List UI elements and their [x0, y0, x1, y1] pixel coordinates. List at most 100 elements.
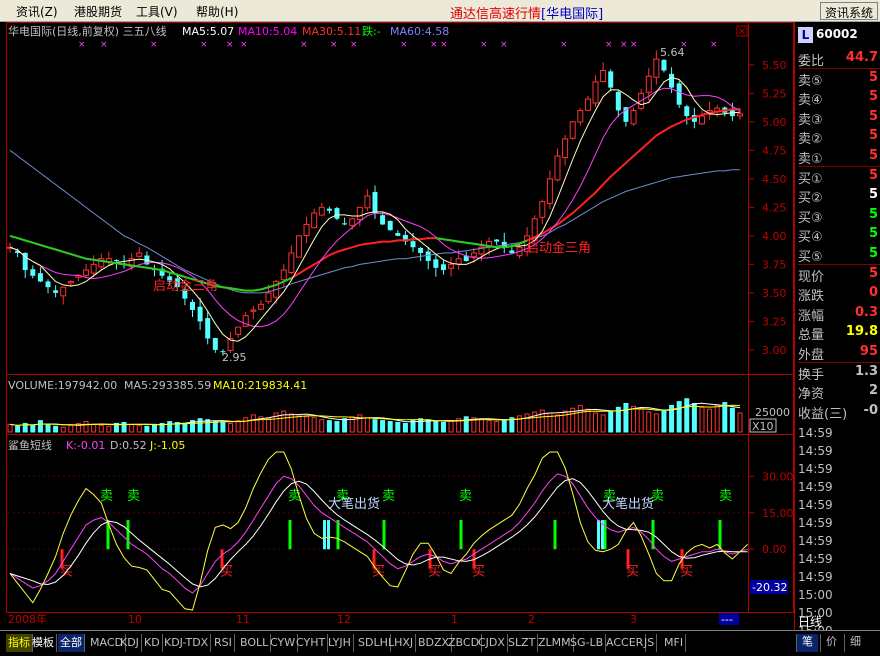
indicator-tab[interactable]: MFI: [662, 634, 687, 652]
indicator-tab[interactable]: ACCER: [604, 634, 647, 652]
market-badge: L: [798, 27, 813, 43]
volume-bar: [250, 414, 256, 433]
indicator-tab[interactable]: KD: [142, 634, 163, 652]
menu-item-hk-futures[interactable]: 港股期货: [74, 3, 122, 20]
sell-signal-bar: [459, 520, 463, 550]
x-label-12: 12: [337, 613, 351, 626]
indicator-tab[interactable]: KDJ: [118, 634, 142, 652]
candle-body-down: [676, 83, 682, 105]
indicator-tab[interactable]: CJDX: [476, 634, 508, 652]
quote-label: 换手: [798, 367, 825, 383]
volume-bar: [653, 413, 659, 433]
indicator-tab[interactable]: JS: [642, 634, 658, 652]
quote-label: 卖④: [798, 93, 823, 109]
volume-bar: [707, 408, 713, 433]
indicator-tab[interactable]: LHXJ: [386, 634, 417, 652]
menu-item-info[interactable]: 资讯(Z): [16, 3, 58, 20]
price-title: 华电国际(日线,前复权) 三五八线: [8, 24, 167, 38]
candle-body-up: [356, 206, 363, 221]
quote-view-tab[interactable]: 价: [820, 634, 842, 652]
day-line-label[interactable]: 日线: [798, 613, 822, 630]
menu-item-tools[interactable]: 工具(V): [136, 3, 178, 20]
volume-bar: [737, 412, 743, 433]
candle-body-up: [136, 252, 143, 257]
volume-bar: [448, 420, 454, 433]
marker-x: ×: [78, 40, 86, 50]
osc-tick-label: 30.00: [762, 470, 794, 483]
candle-body-up: [455, 258, 462, 265]
indicator-tab[interactable]: KDJ-TDX: [162, 634, 212, 652]
close-panel-icon[interactable]: [736, 25, 748, 37]
indicator-tab[interactable]: 指标: [6, 634, 33, 652]
golden-triangle-annot-2: 启动金三角: [526, 240, 591, 256]
volume-bar: [7, 423, 13, 433]
volume-bar: [608, 410, 614, 433]
x-axis: 2008年 10 11 12 1 2 3 ---: [8, 612, 739, 626]
price-tick-label: 4.00: [762, 230, 787, 243]
volume-bar: [729, 407, 735, 433]
quote-label: 买⑤: [798, 250, 823, 265]
indicator-tab[interactable]: SG-LB: [568, 634, 607, 652]
price-yaxis: 5.50 5.25 5.00 4.75 4.50 4.25 4.00 3.75 3.50 3.25…: [749, 59, 787, 357]
candle-body-up: [265, 292, 272, 303]
marker-x: ×: [226, 40, 234, 50]
volume-bar: [319, 419, 325, 433]
quote-value: 5: [868, 265, 878, 281]
candle-body-down: [37, 273, 43, 282]
chart-area[interactable]: 华电国际(日线,前复权) 三五八线 MA5:5.07 MA10:5.04 MA3…: [0, 22, 880, 656]
indicator-tab[interactable]: 模板: [30, 634, 57, 652]
candle-body-up: [349, 218, 356, 226]
marker-x: ×: [440, 40, 448, 50]
x-label-2: 2: [528, 613, 535, 626]
volume-unit: X10: [752, 420, 774, 433]
quote-view-tab[interactable]: 笔: [796, 634, 818, 652]
candle-body-up: [592, 81, 599, 104]
price-candles: [7, 50, 743, 356]
quote-value: 5: [868, 226, 878, 242]
big-sell-label: 大笔出货: [328, 496, 380, 512]
tick-time: 15:00: [798, 588, 833, 602]
menu-item-help[interactable]: 帮助(H): [196, 3, 238, 20]
osc-d: D:0.52: [110, 439, 147, 452]
sell-label: 卖: [459, 489, 472, 504]
low-label: 2.95: [222, 351, 247, 364]
candle-body-down: [684, 106, 690, 117]
quote-label: 总量: [798, 328, 825, 344]
volume-bar: [182, 422, 188, 433]
indicator-tab[interactable]: 全部: [58, 634, 85, 652]
indicator-tab[interactable]: CYHT: [294, 634, 329, 652]
quote-label: 卖②: [798, 132, 823, 148]
indicator-tab[interactable]: BOLL: [238, 634, 272, 652]
volume-bar: [714, 404, 720, 433]
ma10-label: MA10:5.04: [238, 25, 297, 38]
volume-bars: [7, 398, 743, 433]
candle-body-down: [372, 192, 378, 214]
quote-row: 涨跌 0: [798, 285, 880, 304]
indicator-tab[interactable]: SLZT: [506, 634, 539, 652]
volume-ma5: MA5:293385.59: [124, 379, 211, 392]
volume-bar: [326, 420, 332, 433]
indicator-tab[interactable]: RSI: [212, 634, 235, 652]
marker-x: ×: [150, 40, 158, 50]
volume-bar: [144, 425, 150, 433]
volume-bar: [646, 411, 652, 433]
candle-body-up: [257, 303, 264, 310]
volume-bar: [433, 421, 439, 433]
info-system-button[interactable]: 资讯系统: [819, 2, 878, 20]
volume-bar: [311, 417, 317, 433]
big-sell-bar: [597, 520, 600, 550]
indicator-tab[interactable]: LYJH: [326, 634, 354, 652]
candle-body-down: [53, 290, 59, 293]
app-title: 通达信高速行情: [450, 7, 542, 22]
volume-bar: [691, 403, 697, 433]
ma30-label: MA30:5.11: [302, 25, 361, 38]
quote-value: 95: [859, 344, 878, 359]
volume-bar: [106, 425, 112, 433]
volume-bar: [342, 418, 348, 433]
candle-body-down: [661, 59, 667, 71]
candle-body-up: [470, 252, 477, 258]
quote-row: 卖② 5: [798, 128, 880, 147]
quote-view-tab[interactable]: 细: [844, 634, 866, 652]
candle-body-down: [30, 269, 36, 276]
quote-value: 5: [868, 89, 878, 105]
